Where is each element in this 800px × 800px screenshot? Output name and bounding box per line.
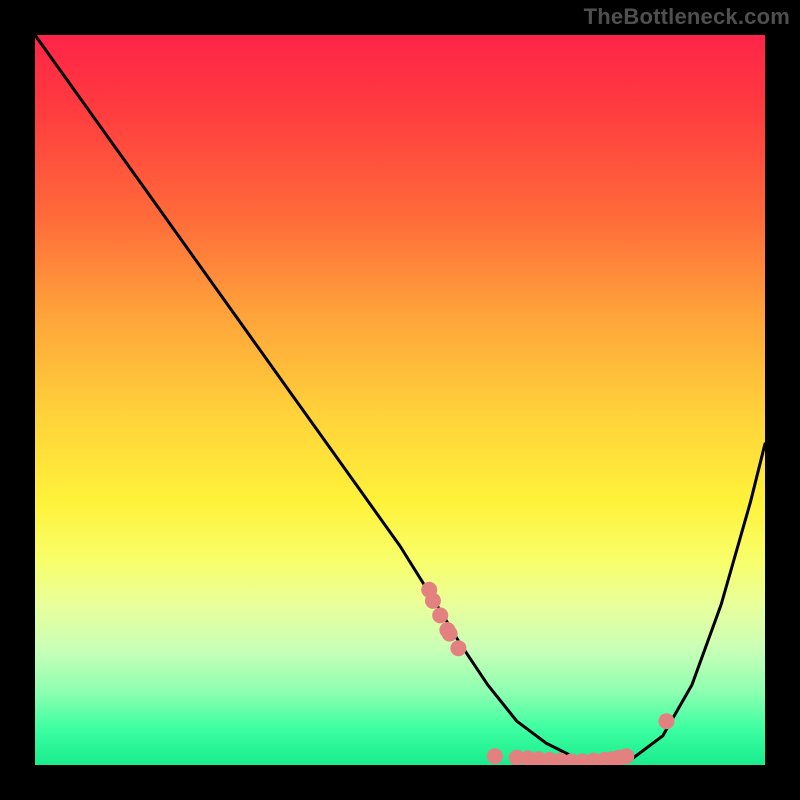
data-point <box>618 748 634 764</box>
data-point <box>442 626 458 642</box>
data-points-group <box>421 582 674 765</box>
data-point <box>425 593 441 609</box>
watermark-label: TheBottleneck.com <box>584 4 790 30</box>
data-point <box>432 607 448 623</box>
data-point <box>659 713 675 729</box>
data-point <box>450 640 466 656</box>
chart-container: TheBottleneck.com <box>0 0 800 800</box>
chart-overlay-svg <box>35 35 765 765</box>
bottleneck-curve <box>35 35 765 761</box>
data-point <box>487 748 503 764</box>
